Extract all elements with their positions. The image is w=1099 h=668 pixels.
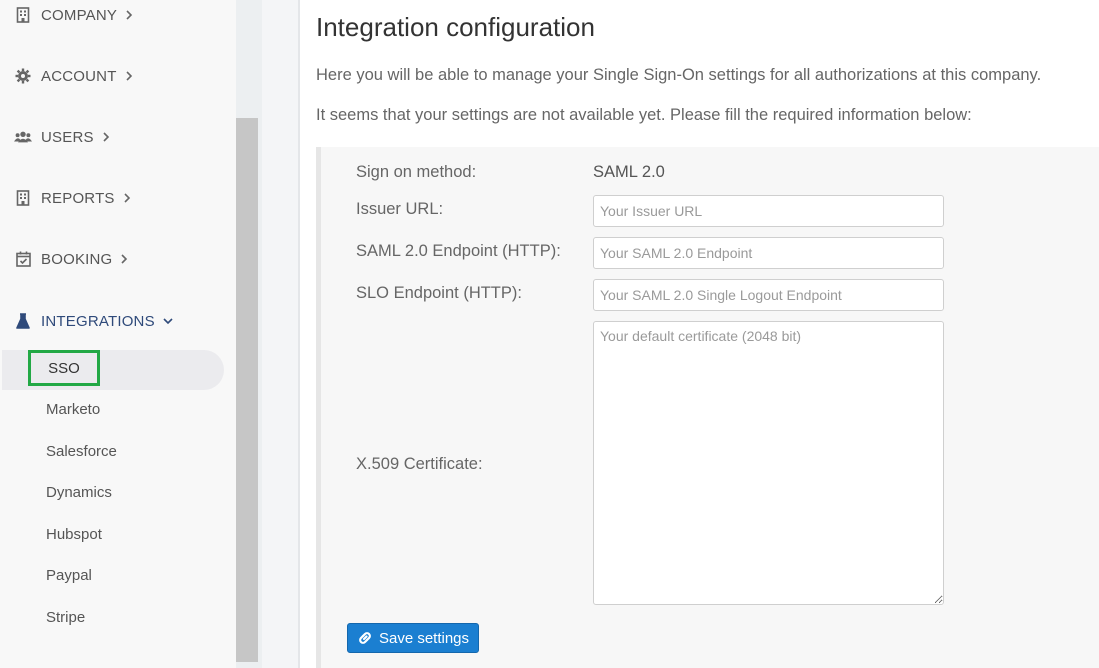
sidebar-subitem-paypal[interactable]: Paypal: [46, 564, 92, 588]
sidebar-item-label: USERS: [41, 128, 94, 146]
flask-icon: [14, 313, 32, 329]
sidebar-item-integrations[interactable]: INTEGRATIONS: [0, 306, 173, 336]
issuer-url-input[interactable]: [593, 195, 944, 227]
intro-text: Here you will be able to manage your Sin…: [316, 66, 1042, 84]
sidebar-item-label: ACCOUNT: [41, 67, 117, 85]
slo-endpoint-input[interactable]: [593, 279, 944, 311]
sidebar-item-label: INTEGRATIONS: [41, 312, 155, 330]
sidebar-item-booking[interactable]: BOOKING: [0, 244, 128, 274]
chevron-right-icon: [120, 254, 128, 264]
sidebar: COMPANY ACCOUNT USERS REPORTS BOOKING IN…: [0, 0, 236, 668]
chevron-right-icon: [123, 193, 131, 203]
building-icon: [14, 7, 32, 23]
chevron-right-icon: [102, 132, 110, 142]
building-icon: [14, 190, 32, 206]
sidebar-subitem-marketo[interactable]: Marketo: [46, 398, 100, 422]
issuer-url-label: Issuer URL:: [356, 200, 444, 218]
sidebar-subitem-hubspot[interactable]: Hubspot: [46, 523, 102, 547]
gear-icon: [14, 68, 32, 84]
slo-endpoint-label: SLO Endpoint (HTTP):: [356, 284, 522, 302]
calendar-check-icon: [14, 251, 32, 267]
sidebar-scrollbar-thumb[interactable]: [236, 118, 258, 662]
sign-on-method-label: Sign on method:: [356, 163, 477, 181]
content-divider: [298, 0, 300, 668]
users-icon: [14, 129, 32, 145]
sidebar-item-label: BOOKING: [41, 250, 113, 268]
sign-on-method-value: SAML 2.0: [593, 163, 665, 181]
sidebar-item-label: REPORTS: [41, 189, 115, 207]
sidebar-item-account[interactable]: ACCOUNT: [0, 61, 133, 91]
save-settings-button[interactable]: Save settings: [347, 623, 479, 653]
sidebar-item-label: COMPANY: [41, 6, 118, 24]
certificate-textarea[interactable]: [593, 321, 944, 605]
sidebar-item-company[interactable]: COMPANY: [0, 0, 133, 30]
sidebar-item-reports[interactable]: REPORTS: [0, 183, 131, 213]
notice-text: It seems that your settings are not avai…: [316, 106, 972, 124]
sidebar-subitem-label: SSO: [48, 359, 80, 377]
chevron-right-icon: [125, 10, 133, 20]
certificate-label: X.509 Certificate:: [356, 455, 483, 473]
save-settings-label: Save settings: [378, 629, 470, 647]
link-icon: [357, 630, 373, 646]
sidebar-item-users[interactable]: USERS: [0, 122, 110, 152]
content-gutter: [262, 0, 300, 668]
page-title: Integration configuration: [316, 12, 595, 42]
saml-endpoint-input[interactable]: [593, 237, 944, 269]
sidebar-subitem-stripe[interactable]: Stripe: [46, 606, 85, 630]
sidebar-subitem-sso[interactable]: SSO: [28, 350, 100, 386]
sidebar-subitem-dynamics[interactable]: Dynamics: [46, 481, 112, 505]
saml-endpoint-label: SAML 2.0 Endpoint (HTTP):: [356, 242, 561, 260]
sidebar-subitem-salesforce[interactable]: Salesforce: [46, 440, 117, 464]
chevron-right-icon: [125, 71, 133, 81]
chevron-down-icon: [163, 317, 173, 325]
